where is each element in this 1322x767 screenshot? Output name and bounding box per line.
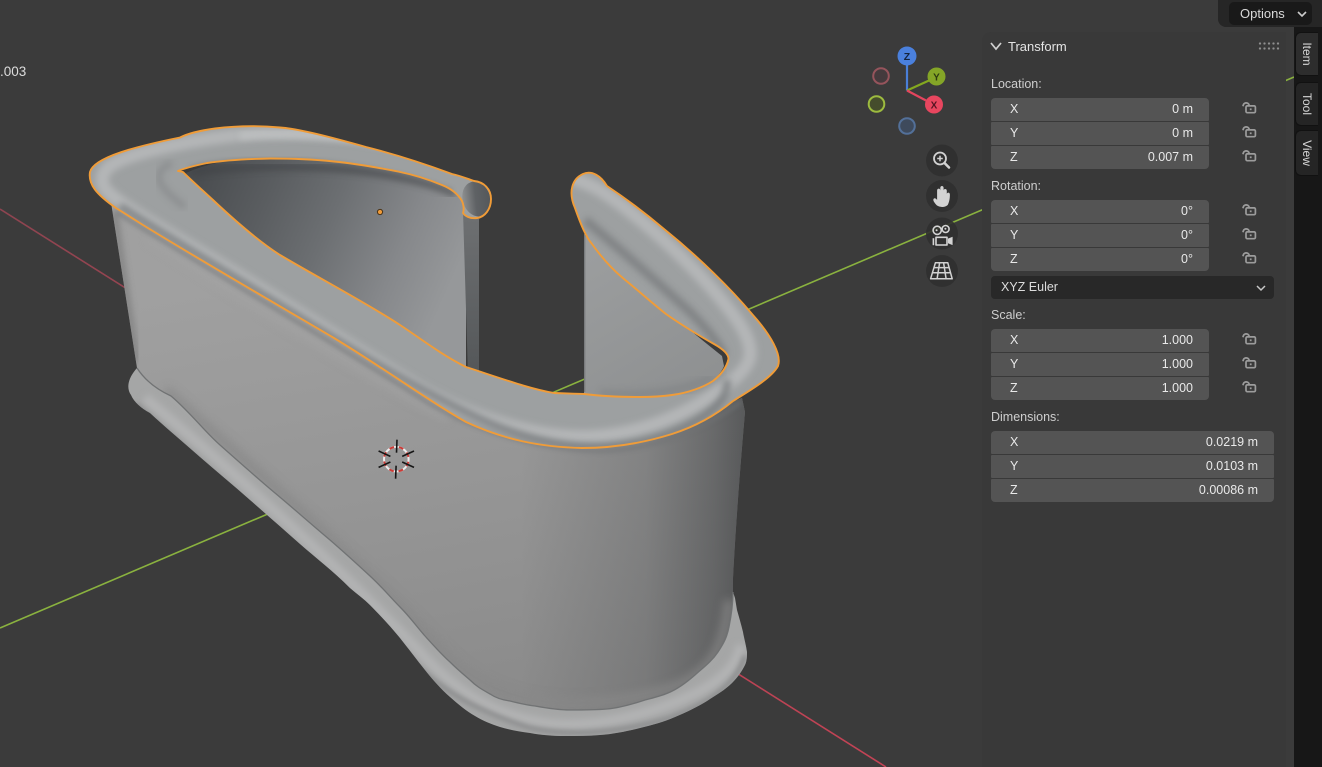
svg-text:X: X <box>931 101 938 112</box>
svg-text:.003: .003 <box>0 64 26 79</box>
svg-text:Z: Z <box>904 51 911 63</box>
svg-text:Y: Y <box>933 73 940 84</box>
